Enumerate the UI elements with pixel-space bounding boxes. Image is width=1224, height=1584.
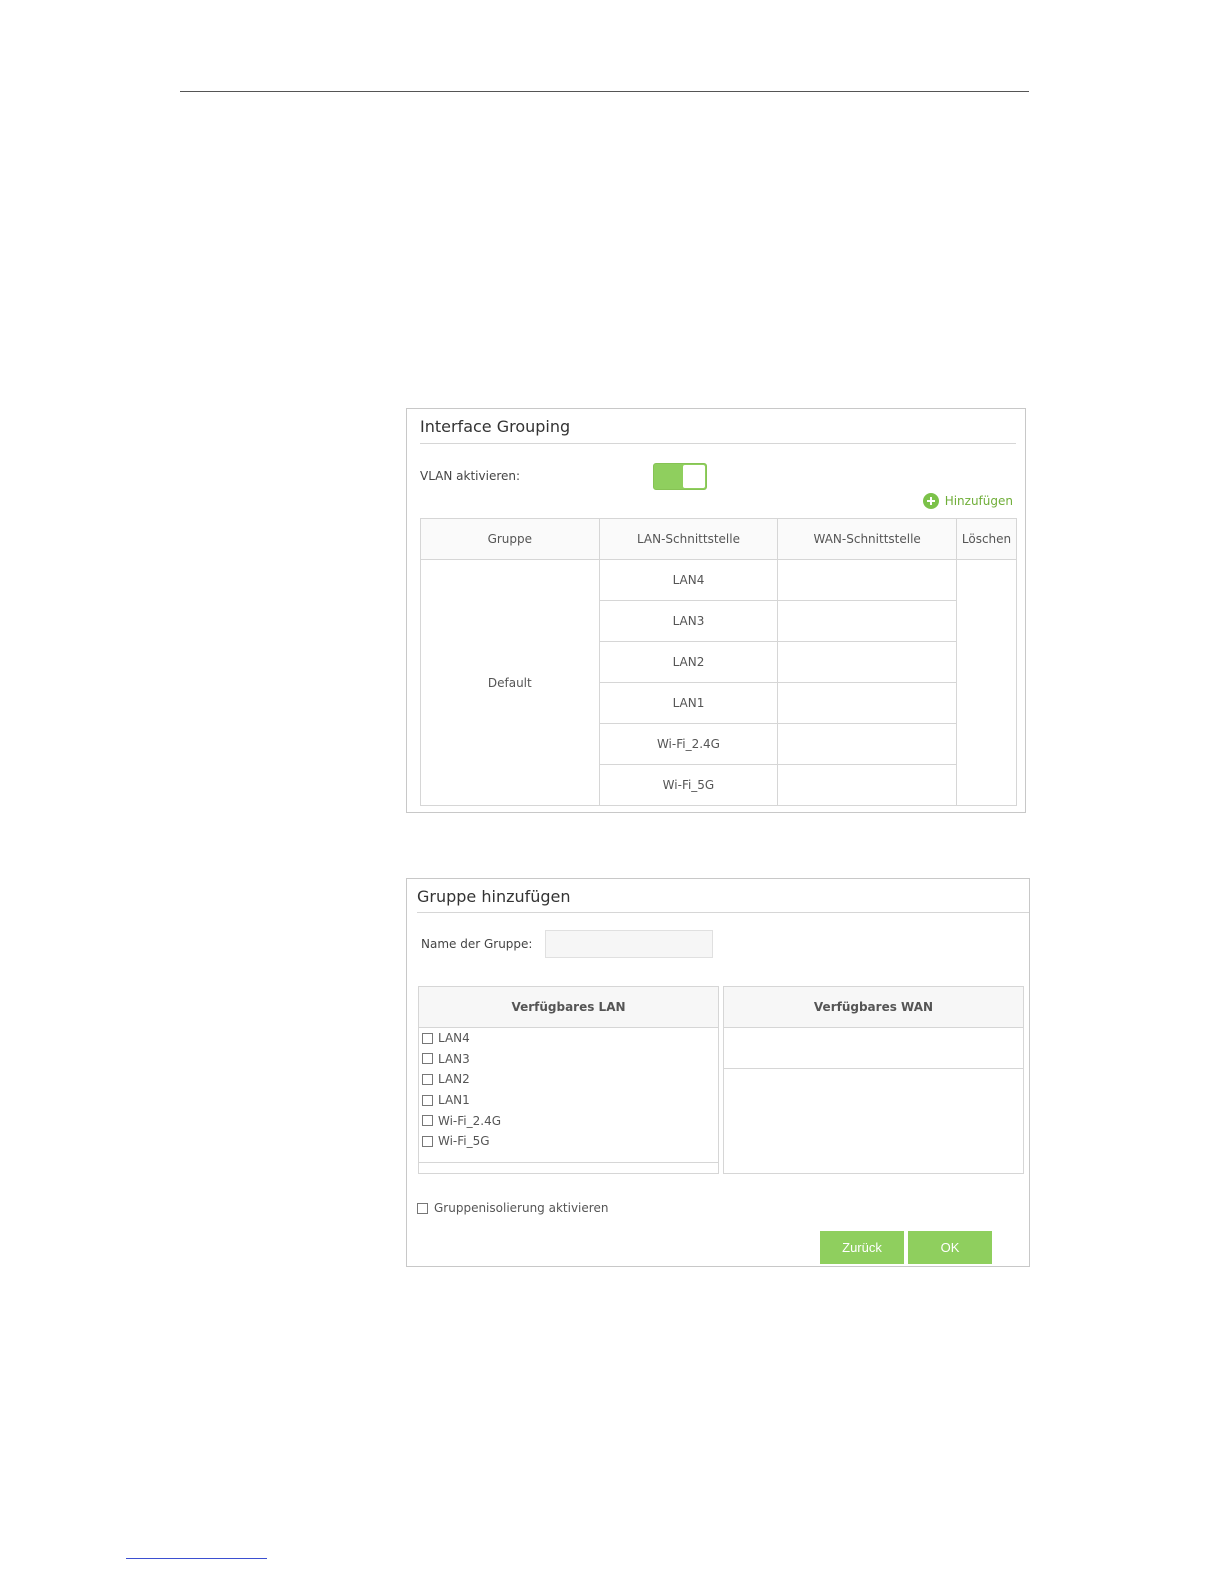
available-wan-list: Verfügbares WAN: [723, 986, 1024, 1174]
checkbox[interactable]: [422, 1094, 433, 1106]
wan-cell: [777, 723, 958, 765]
checkbox[interactable]: [422, 1032, 433, 1044]
col-header-wan: WAN-Schnittstelle: [777, 518, 958, 560]
lan-cell: Wi-Fi_2.4G: [598, 723, 779, 765]
lan-cell: Wi-Fi_5G: [598, 764, 779, 806]
lan-option-label: LAN3: [438, 1051, 470, 1066]
lan-cell: LAN1: [598, 682, 779, 724]
group-isolation-option[interactable]: Gruppenisolierung aktivieren: [417, 1201, 608, 1215]
header-rule: [180, 91, 1029, 92]
add-label: Hinzufügen: [944, 494, 1013, 508]
col-header-lan: LAN-Schnittstelle: [598, 518, 779, 560]
available-lan-header: Verfügbares LAN: [419, 987, 718, 1028]
available-lan-list: Verfügbares LAN LAN4 LAN3 LAN2 LAN1 Wi-F…: [418, 986, 719, 1174]
table-row: Default LAN4: [420, 559, 1017, 806]
lan-option[interactable]: LAN4: [419, 1028, 718, 1049]
group-isolation-checkbox[interactable]: [417, 1202, 428, 1214]
plus-circle-icon: [922, 493, 939, 509]
checkbox[interactable]: [422, 1135, 433, 1147]
table-header-row: Gruppe LAN-Schnittstelle WAN-Schnittstel…: [420, 518, 1017, 560]
lan-option[interactable]: Wi-Fi_2.4G: [419, 1110, 718, 1131]
lan-option-label: Wi-Fi_2.4G: [438, 1113, 502, 1128]
title-divider: [417, 912, 1029, 913]
interface-grouping-panel: Interface Grouping VLAN aktivieren: Hinz…: [406, 408, 1026, 813]
lan-option[interactable]: Wi-Fi_5G: [419, 1131, 718, 1152]
lan-option[interactable]: LAN3: [419, 1049, 718, 1070]
lan-option-label: LAN1: [438, 1093, 470, 1108]
delete-cell: [956, 559, 1017, 806]
lan-cell: LAN4: [598, 559, 779, 601]
ok-button[interactable]: OK: [908, 1231, 992, 1264]
panel-title: Interface Grouping: [420, 417, 571, 436]
lan-option[interactable]: LAN1: [419, 1090, 718, 1111]
checkbox[interactable]: [422, 1073, 433, 1085]
group-name-cell: Default: [420, 559, 600, 806]
checkbox[interactable]: [422, 1115, 433, 1127]
panel-title: Gruppe hinzufügen: [417, 887, 571, 906]
wan-cell: [777, 600, 958, 642]
lan-cell: LAN2: [598, 641, 779, 683]
group-isolation-label: Gruppenisolierung aktivieren: [434, 1201, 609, 1215]
add-group-link[interactable]: Hinzufügen: [922, 493, 1013, 509]
toggle-knob: [683, 465, 705, 488]
wan-cell: [777, 641, 958, 683]
lan-options: LAN4 LAN3 LAN2 LAN1 Wi-Fi_2.4G Wi-Fi_5G: [419, 1028, 718, 1163]
vlan-toggle[interactable]: [653, 463, 707, 490]
wan-row-empty: [724, 1028, 1023, 1069]
title-divider: [420, 443, 1016, 444]
lan-cell: LAN3: [598, 600, 779, 642]
wan-cell: [777, 682, 958, 724]
vlan-label: VLAN aktivieren:: [420, 469, 521, 483]
lan-option-label: LAN2: [438, 1072, 470, 1087]
lan-option-label: LAN4: [438, 1031, 470, 1046]
add-group-panel: Gruppe hinzufügen Name der Gruppe: Verfü…: [406, 878, 1030, 1267]
back-button[interactable]: Zurück: [820, 1231, 904, 1264]
wan-cell: [777, 764, 958, 806]
group-table: Gruppe LAN-Schnittstelle WAN-Schnittstel…: [420, 518, 1017, 806]
group-name-label: Name der Gruppe:: [421, 937, 533, 951]
lan-option-label: Wi-Fi_5G: [438, 1134, 490, 1149]
group-name-input[interactable]: [545, 930, 713, 958]
col-header-delete: Löschen: [956, 518, 1017, 560]
checkbox[interactable]: [422, 1053, 433, 1065]
available-wan-header: Verfügbares WAN: [724, 987, 1023, 1028]
wan-cell: [777, 559, 958, 601]
lan-option[interactable]: LAN2: [419, 1069, 718, 1090]
col-header-group: Gruppe: [420, 518, 600, 560]
footer-link-underline: [126, 1558, 267, 1559]
